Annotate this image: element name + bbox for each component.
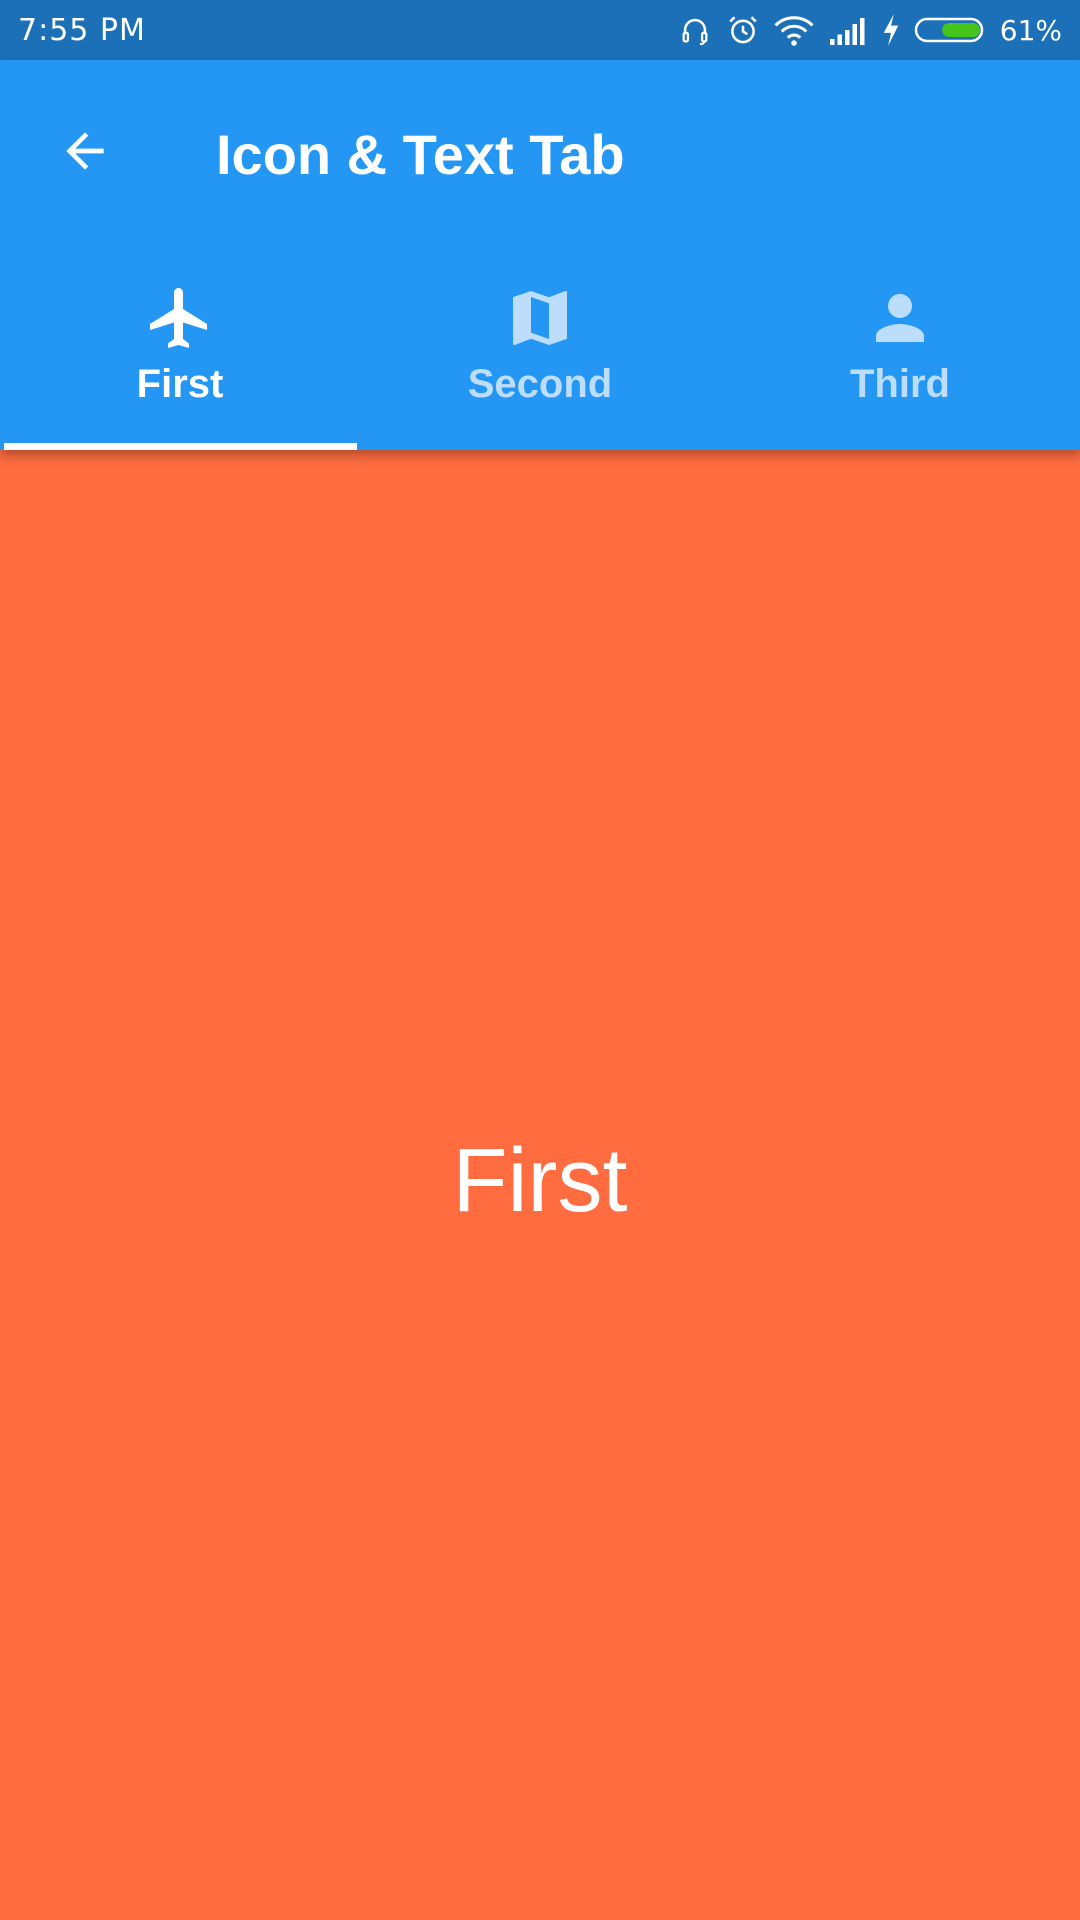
wifi-icon — [774, 13, 814, 47]
headset-icon — [678, 13, 712, 47]
toolbar: Icon & Text Tab — [0, 60, 1080, 230]
tab-label: Third — [850, 362, 950, 406]
status-time: 7:55 PM — [18, 12, 146, 48]
tab-third[interactable]: Third — [720, 250, 1080, 450]
content-text: First — [452, 1131, 628, 1231]
battery-icon — [914, 15, 986, 45]
battery-percentage: 61% — [999, 13, 1062, 47]
signal-icon — [828, 15, 868, 45]
tab-second[interactable]: Second — [360, 250, 720, 450]
status-icons: 61% — [678, 13, 1062, 47]
page-title: Icon & Text Tab — [216, 123, 625, 186]
tab-content: First — [0, 450, 1080, 1920]
tab-first[interactable]: First — [0, 250, 360, 450]
tab-label: First — [136, 362, 224, 406]
person-icon — [864, 282, 936, 354]
airplane-icon — [144, 282, 216, 354]
tab-indicator — [4, 443, 357, 450]
alarm-icon — [726, 13, 760, 47]
tab-bar: First Second Third — [0, 250, 1080, 450]
arrow-back-icon — [57, 123, 113, 184]
back-button[interactable] — [40, 108, 130, 198]
status-bar: 7:55 PM 61% — [0, 0, 1080, 60]
map-icon — [504, 282, 576, 354]
app-bar: Icon & Text Tab First Second Third — [0, 60, 1080, 450]
charging-icon — [882, 14, 900, 46]
tab-label: Second — [467, 362, 613, 406]
